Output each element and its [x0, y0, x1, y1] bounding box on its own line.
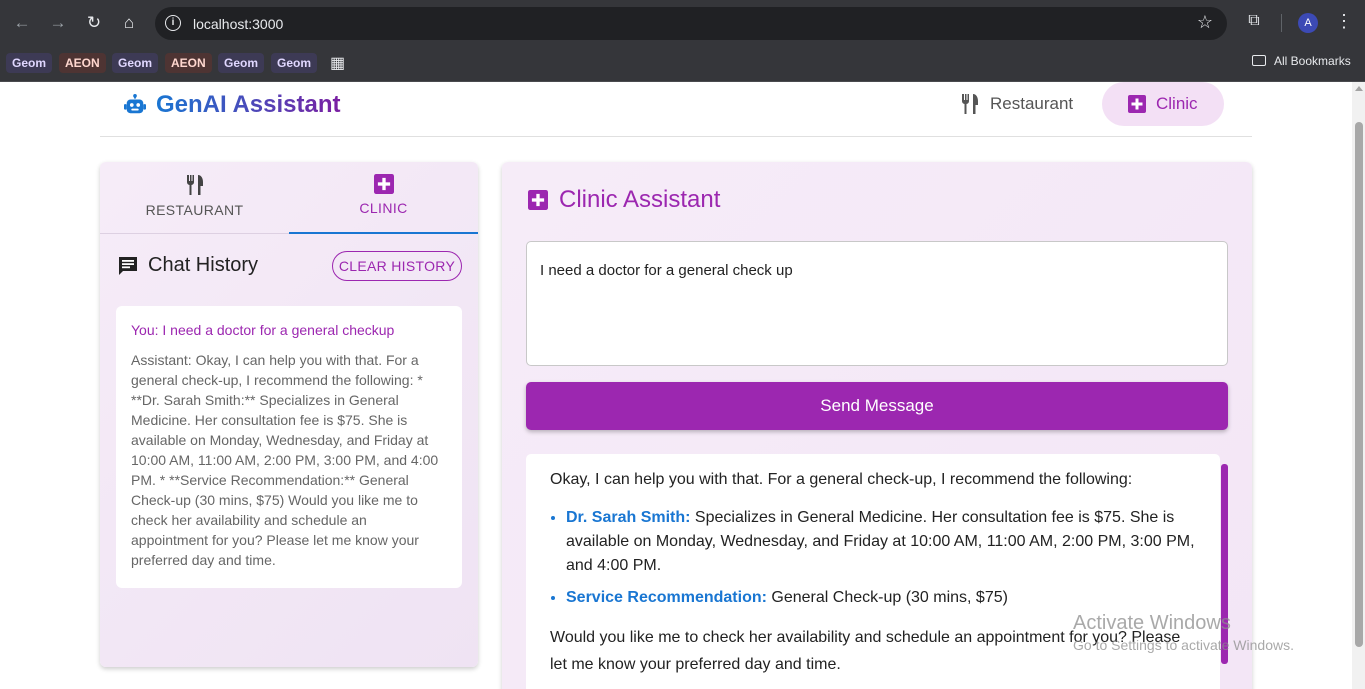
chat-history-title: Chat History [148, 254, 259, 276]
windows-activation-watermark: Activate Windows Go to Settings to activ… [1073, 612, 1294, 653]
browser-toolbar: ← → ↻ ⌂ i localhost:3000 ☆ ⧉ A ⋮ [0, 0, 1365, 46]
chat-history-panel: RESTAURANT CLINIC Chat History CLEAR HIS… [100, 162, 478, 667]
history-user-message: You: I need a doctor for a general check… [131, 322, 395, 338]
message-input[interactable]: I need a doctor for a general check up [526, 241, 1228, 366]
response-item-label: Dr. Sarah Smith: [566, 509, 691, 526]
header-tab-restaurant[interactable]: Restaurant [934, 82, 1099, 126]
clear-history-button[interactable]: CLEAR HISTORY [332, 251, 462, 281]
toolbar-divider [1281, 14, 1282, 32]
scroll-up-icon[interactable] [1355, 86, 1363, 91]
bookmark-star-icon[interactable]: ☆ [1197, 12, 1213, 33]
panel-tabs: RESTAURANT CLINIC [100, 162, 478, 234]
app-title: GenAI Assistant [156, 91, 341, 118]
address-bar[interactable]: i localhost:3000 ☆ [155, 7, 1227, 40]
list-item: Service Recommendation: General Check-up… [566, 586, 1196, 610]
forward-arrow-icon[interactable]: → [47, 12, 69, 34]
response-list: Dr. Sarah Smith: Specializes in General … [566, 506, 1196, 610]
app-logo: GenAI Assistant [124, 91, 341, 119]
apps-grid-icon[interactable]: ▦ [330, 53, 345, 73]
tab-clinic[interactable]: CLINIC [289, 162, 478, 234]
bookmark-item[interactable]: Geom [218, 53, 265, 73]
header-tab-label: Clinic [1156, 94, 1198, 113]
folder-icon [1252, 55, 1266, 66]
watermark-title: Activate Windows [1073, 612, 1231, 634]
history-assistant-message: Assistant: Okay, I can help you with tha… [131, 352, 439, 568]
assistant-title-text: Clinic Assistant [559, 186, 721, 213]
header-tab-label: Restaurant [990, 94, 1074, 113]
bookmark-item[interactable]: Geom [112, 53, 159, 73]
bookmarks-bar: Geom AEON Geom AEON Geom Geom [0, 46, 1365, 82]
robot-icon [124, 94, 146, 114]
fork-knife-icon [961, 94, 978, 114]
extensions-icon[interactable]: ⧉ [1244, 12, 1264, 32]
tab-label: RESTAURANT [145, 202, 244, 218]
assistant-panel: Clinic Assistant I need a doctor for a g… [502, 162, 1252, 689]
page-scrollbar[interactable] [1352, 82, 1365, 689]
site-info-icon[interactable]: i [165, 15, 181, 31]
medical-plus-icon [1128, 95, 1146, 113]
browser-menu-icon[interactable]: ⋮ [1334, 11, 1354, 32]
watermark-subtitle: Go to Settings to activate Windows. [1073, 637, 1294, 653]
home-icon[interactable]: ⌂ [118, 12, 140, 34]
scrollbar-thumb[interactable] [1355, 122, 1363, 647]
profile-avatar[interactable]: A [1298, 13, 1318, 33]
assistant-title: Clinic Assistant [528, 186, 720, 214]
send-message-button[interactable]: Send Message [526, 382, 1228, 430]
history-entry: You: I need a doctor for a general check… [116, 306, 462, 588]
back-arrow-icon[interactable]: ← [11, 12, 33, 34]
bookmark-item[interactable]: AEON [59, 53, 106, 73]
bookmark-item[interactable]: Geom [6, 53, 53, 73]
response-item-text: General Check-up (30 mins, $75) [766, 589, 1008, 606]
medical-plus-icon [373, 174, 394, 194]
all-bookmarks-label: All Bookmarks [1274, 54, 1351, 68]
page-viewport: GenAI Assistant Restaurant Clinic RESTAU… [0, 82, 1352, 689]
tab-restaurant[interactable]: RESTAURANT [100, 162, 289, 234]
response-item-label: Service Recommendation: [566, 589, 767, 606]
all-bookmarks-button[interactable]: All Bookmarks [1252, 54, 1351, 68]
reload-icon[interactable]: ↻ [83, 12, 105, 34]
url-text[interactable]: localhost:3000 [193, 16, 283, 32]
bookmark-item[interactable]: Geom [271, 53, 318, 73]
list-item: Dr. Sarah Smith: Specializes in General … [566, 506, 1196, 578]
app-header: GenAI Assistant Restaurant Clinic [100, 82, 1252, 137]
tab-label: CLINIC [359, 200, 408, 216]
medical-plus-icon [528, 190, 548, 210]
response-intro: Okay, I can help you with that. For a ge… [550, 471, 1133, 488]
chat-bubble-icon [119, 256, 137, 275]
assistant-response: Okay, I can help you with that. For a ge… [526, 454, 1220, 689]
chat-history-header: Chat History [118, 254, 258, 277]
fork-knife-icon [186, 175, 203, 195]
header-tab-clinic[interactable]: Clinic [1102, 82, 1224, 126]
bookmark-item[interactable]: AEON [165, 53, 212, 73]
